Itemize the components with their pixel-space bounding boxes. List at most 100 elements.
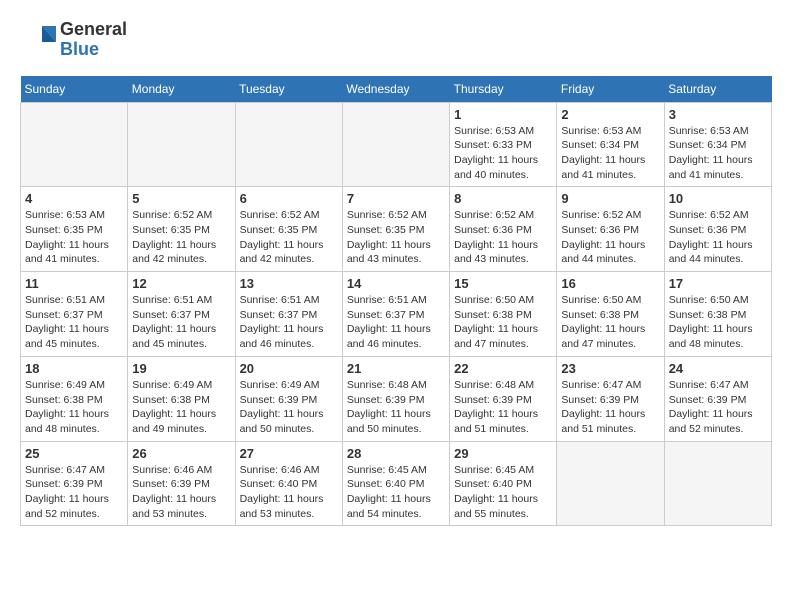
col-header-monday: Monday: [128, 76, 235, 103]
day-info: Sunrise: 6:53 AMSunset: 6:34 PMDaylight:…: [561, 124, 659, 183]
day-cell: 28Sunrise: 6:45 AMSunset: 6:40 PMDayligh…: [342, 441, 449, 526]
col-header-friday: Friday: [557, 76, 664, 103]
day-number: 22: [454, 361, 552, 376]
day-cell: 17 Sunrise: 6:50 AMSunset: 6:38 PMDayligh…: [664, 272, 771, 357]
logo-text: General Blue: [60, 20, 127, 60]
logo-blue: Blue: [60, 39, 99, 59]
day-cell: 29 Sunrise: 6:45 AMSunset: 6:40 PMDayligh…: [450, 441, 557, 526]
day-info: Sunrise: 6:45 AMSunset: 6:40 PMDaylight:…: [454, 463, 552, 522]
col-header-thursday: Thursday: [450, 76, 557, 103]
day-info: Sunrise: 6:53 AMSunset: 6:34 PMDaylight:…: [669, 124, 767, 183]
day-cell: 15 Sunrise: 6:50 AMSunset: 6:38 PMDayligh…: [450, 272, 557, 357]
day-cell: 1 Sunrise: 6:53 AMSunset: 6:33 PMDaylight…: [450, 102, 557, 187]
day-number: 29: [454, 446, 552, 461]
logo-icon: [20, 22, 56, 58]
day-info: Sunrise: 6:52 AMSunset: 6:35 PMDaylight:…: [240, 208, 338, 267]
day-info: Sunrise: 6:51 AMSunset: 6:37 PMDaylight:…: [240, 293, 338, 352]
day-cell: 2 Sunrise: 6:53 AMSunset: 6:34 PMDaylight…: [557, 102, 664, 187]
day-info: Sunrise: 6:46 AMSunset: 6:39 PMDaylight:…: [132, 463, 230, 522]
day-info: Sunrise: 6:48 AMSunset: 6:39 PMDaylight:…: [454, 378, 552, 437]
day-number: 28: [347, 446, 445, 461]
day-info: Sunrise: 6:53 AMSunset: 6:35 PMDaylight:…: [25, 208, 123, 267]
logo: General Blue: [20, 20, 127, 60]
day-info: Sunrise: 6:49 AMSunset: 6:38 PMDaylight:…: [25, 378, 123, 437]
day-cell: 24 Sunrise: 6:47 AMSunset: 6:39 PMDayligh…: [664, 356, 771, 441]
day-cell: [557, 441, 664, 526]
day-cell: 26 Sunrise: 6:46 AMSunset: 6:39 PMDayligh…: [128, 441, 235, 526]
day-number: 13: [240, 276, 338, 291]
day-info: Sunrise: 6:47 AMSunset: 6:39 PMDaylight:…: [561, 378, 659, 437]
day-cell: [664, 441, 771, 526]
day-info: Sunrise: 6:50 AMSunset: 6:38 PMDaylight:…: [454, 293, 552, 352]
day-info: Sunrise: 6:50 AMSunset: 6:38 PMDaylight:…: [669, 293, 767, 352]
day-number: 26: [132, 446, 230, 461]
day-cell: 16 Sunrise: 6:50 AMSunset: 6:38 PMDayligh…: [557, 272, 664, 357]
calendar-table: SundayMondayTuesdayWednesdayThursdayFrid…: [20, 76, 772, 527]
day-cell: 20 Sunrise: 6:49 AMSunset: 6:39 PMDayligh…: [235, 356, 342, 441]
day-number: 5: [132, 191, 230, 206]
day-cell: 21 Sunrise: 6:48 AMSunset: 6:39 PMDayligh…: [342, 356, 449, 441]
day-number: 6: [240, 191, 338, 206]
day-info: Sunrise: 6:52 AMSunset: 6:35 PMDaylight:…: [347, 208, 445, 267]
day-number: 14: [347, 276, 445, 291]
day-number: 8: [454, 191, 552, 206]
day-number: 11: [25, 276, 123, 291]
day-cell: 11 Sunrise: 6:51 AMSunset: 6:37 PMDayligh…: [21, 272, 128, 357]
day-number: 23: [561, 361, 659, 376]
day-cell: 6 Sunrise: 6:52 AMSunset: 6:35 PMDaylight…: [235, 187, 342, 272]
day-number: 12: [132, 276, 230, 291]
day-number: 2: [561, 107, 659, 122]
day-info: Sunrise: 6:51 AMSunset: 6:37 PMDaylight:…: [25, 293, 123, 352]
day-number: 20: [240, 361, 338, 376]
day-cell: 7 Sunrise: 6:52 AMSunset: 6:35 PMDaylight…: [342, 187, 449, 272]
day-cell: 4 Sunrise: 6:53 AMSunset: 6:35 PMDaylight…: [21, 187, 128, 272]
day-info: Sunrise: 6:46 AMSunset: 6:40 PMDaylight:…: [240, 463, 338, 522]
day-number: 24: [669, 361, 767, 376]
day-cell: 22 Sunrise: 6:48 AMSunset: 6:39 PMDayligh…: [450, 356, 557, 441]
day-number: 25: [25, 446, 123, 461]
day-number: 19: [132, 361, 230, 376]
day-cell: 23 Sunrise: 6:47 AMSunset: 6:39 PMDayligh…: [557, 356, 664, 441]
day-number: 17: [669, 276, 767, 291]
day-number: 21: [347, 361, 445, 376]
day-number: 18: [25, 361, 123, 376]
day-number: 10: [669, 191, 767, 206]
day-cell: [21, 102, 128, 187]
col-header-wednesday: Wednesday: [342, 76, 449, 103]
week-row-5: 25 Sunrise: 6:47 AMSunset: 6:39 PMDayligh…: [21, 441, 772, 526]
day-cell: 13 Sunrise: 6:51 AMSunset: 6:37 PMDayligh…: [235, 272, 342, 357]
day-cell: 27Sunrise: 6:46 AMSunset: 6:40 PMDayligh…: [235, 441, 342, 526]
day-info: Sunrise: 6:52 AMSunset: 6:35 PMDaylight:…: [132, 208, 230, 267]
day-cell: 5 Sunrise: 6:52 AMSunset: 6:35 PMDaylight…: [128, 187, 235, 272]
day-info: Sunrise: 6:52 AMSunset: 6:36 PMDaylight:…: [561, 208, 659, 267]
day-info: Sunrise: 6:53 AMSunset: 6:33 PMDaylight:…: [454, 124, 552, 183]
day-number: 7: [347, 191, 445, 206]
day-cell: [235, 102, 342, 187]
week-row-2: 4 Sunrise: 6:53 AMSunset: 6:35 PMDaylight…: [21, 187, 772, 272]
day-cell: 12Sunrise: 6:51 AMSunset: 6:37 PMDayligh…: [128, 272, 235, 357]
day-number: 4: [25, 191, 123, 206]
day-cell: 9 Sunrise: 6:52 AMSunset: 6:36 PMDaylight…: [557, 187, 664, 272]
week-row-4: 18 Sunrise: 6:49 AMSunset: 6:38 PMDayligh…: [21, 356, 772, 441]
col-header-sunday: Sunday: [21, 76, 128, 103]
day-cell: 14Sunrise: 6:51 AMSunset: 6:37 PMDayligh…: [342, 272, 449, 357]
day-info: Sunrise: 6:50 AMSunset: 6:38 PMDaylight:…: [561, 293, 659, 352]
day-info: Sunrise: 6:48 AMSunset: 6:39 PMDaylight:…: [347, 378, 445, 437]
day-info: Sunrise: 6:47 AMSunset: 6:39 PMDaylight:…: [669, 378, 767, 437]
day-info: Sunrise: 6:49 AMSunset: 6:38 PMDaylight:…: [132, 378, 230, 437]
day-cell: [128, 102, 235, 187]
day-info: Sunrise: 6:52 AMSunset: 6:36 PMDaylight:…: [669, 208, 767, 267]
day-info: Sunrise: 6:52 AMSunset: 6:36 PMDaylight:…: [454, 208, 552, 267]
day-info: Sunrise: 6:49 AMSunset: 6:39 PMDaylight:…: [240, 378, 338, 437]
logo-general: General: [60, 19, 127, 39]
day-number: 1: [454, 107, 552, 122]
day-number: 9: [561, 191, 659, 206]
col-header-tuesday: Tuesday: [235, 76, 342, 103]
calendar-header-row: SundayMondayTuesdayWednesdayThursdayFrid…: [21, 76, 772, 103]
day-info: Sunrise: 6:47 AMSunset: 6:39 PMDaylight:…: [25, 463, 123, 522]
day-number: 16: [561, 276, 659, 291]
day-cell: 25 Sunrise: 6:47 AMSunset: 6:39 PMDayligh…: [21, 441, 128, 526]
page-header: General Blue: [20, 20, 772, 60]
day-number: 15: [454, 276, 552, 291]
day-cell: 19 Sunrise: 6:49 AMSunset: 6:38 PMDayligh…: [128, 356, 235, 441]
